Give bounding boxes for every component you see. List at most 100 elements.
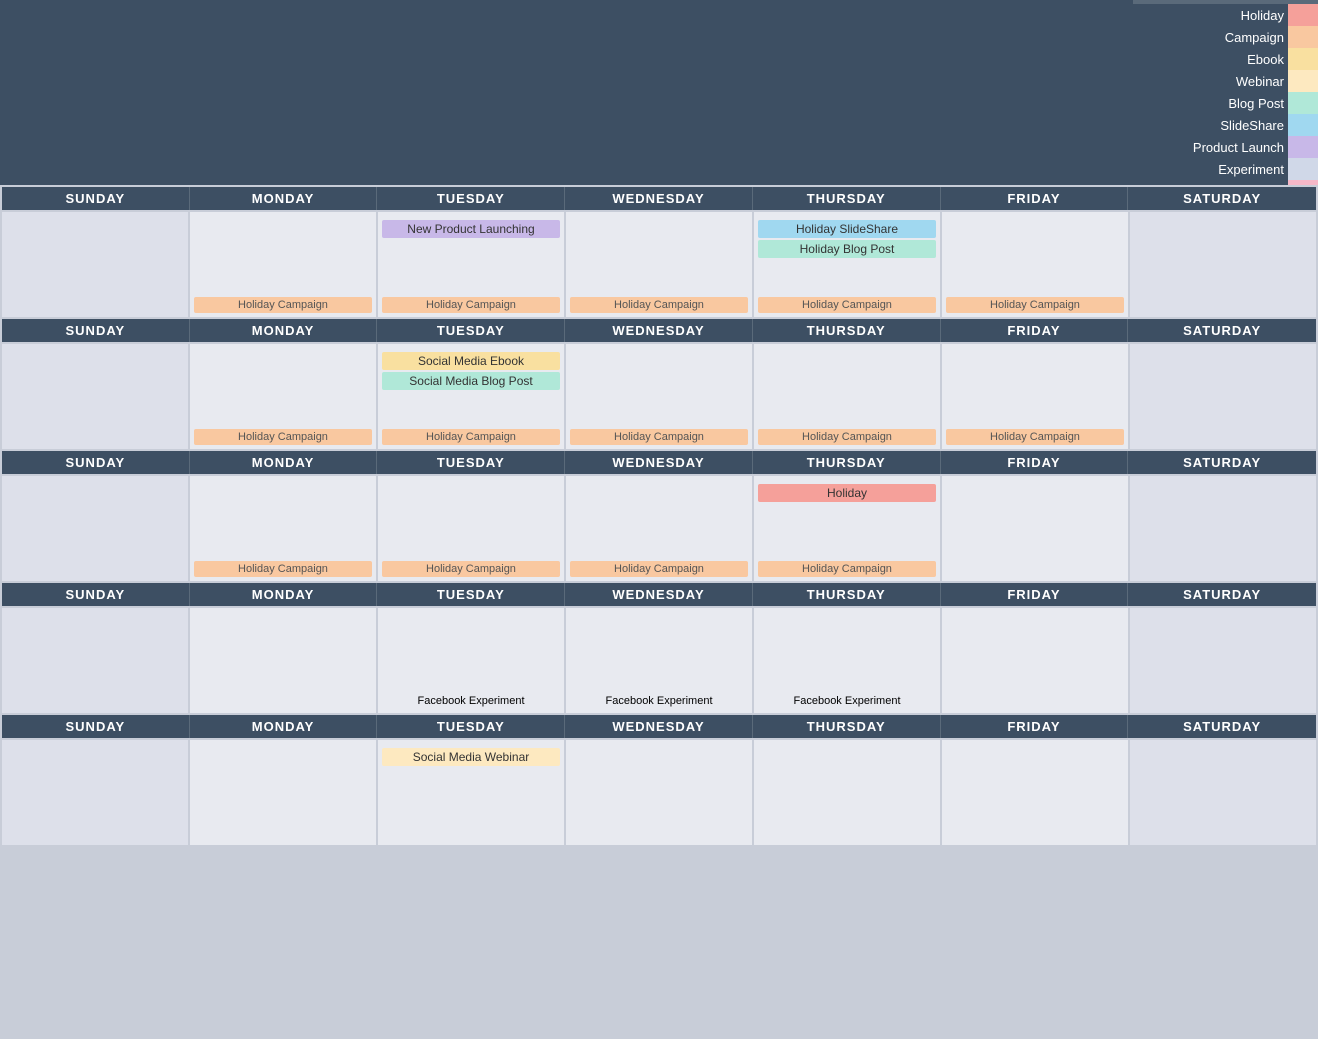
- day-header: SATURDAY: [1128, 187, 1316, 210]
- day-cell: [1130, 212, 1316, 317]
- cell-events: Holiday SlideShareHoliday Blog Post: [758, 216, 936, 297]
- day-header: FRIDAY: [941, 715, 1129, 738]
- cell-footer-tag: Facebook Experiment: [570, 693, 748, 709]
- cell-events: [758, 744, 936, 841]
- day-cell: Social Media Webinar: [378, 740, 564, 845]
- cell-events: [6, 744, 184, 841]
- event-tag: Social Media Blog Post: [382, 372, 560, 390]
- cell-events: [570, 348, 748, 429]
- cell-events: [1134, 480, 1312, 577]
- event-tag: Holiday SlideShare: [758, 220, 936, 238]
- cell-events: [6, 480, 184, 577]
- day-header: SUNDAY: [2, 715, 190, 738]
- cell-events: [1134, 216, 1312, 313]
- key-item: Product Launch: [1133, 136, 1318, 158]
- day-header: TUESDAY: [377, 583, 565, 606]
- cell-events: Holiday: [758, 480, 936, 561]
- day-cell: [2, 608, 188, 713]
- day-cell: [2, 344, 188, 449]
- week-row: Holiday CampaignSocial Media EbookSocial…: [2, 344, 1316, 449]
- day-cell: Facebook Experiment: [566, 608, 752, 713]
- cell-events: [194, 612, 372, 709]
- day-cell: [190, 608, 376, 713]
- day-cell: Holiday Campaign: [378, 476, 564, 581]
- day-cell: [942, 740, 1128, 845]
- cell-footer-tag: Holiday Campaign: [570, 561, 748, 577]
- day-header: WEDNESDAY: [565, 451, 753, 474]
- day-cell: Holiday Campaign: [566, 344, 752, 449]
- week-row: Social Media Webinar: [2, 740, 1316, 845]
- day-header: TUESDAY: [377, 715, 565, 738]
- calendar-area: SUNDAYMONDAYTUESDAYWEDNESDAYTHURSDAYFRID…: [0, 185, 1318, 1039]
- cell-events: [382, 612, 560, 693]
- day-cell: [2, 476, 188, 581]
- cell-events: [946, 348, 1124, 429]
- header-title-area: [0, 0, 1133, 185]
- day-header: TUESDAY: [377, 187, 565, 210]
- day-header: THURSDAY: [753, 187, 941, 210]
- cell-events: [1134, 744, 1312, 841]
- cell-events: Social Media EbookSocial Media Blog Post: [382, 348, 560, 429]
- day-header: THURSDAY: [753, 715, 941, 738]
- day-cell: [1130, 476, 1316, 581]
- cell-events: [946, 744, 1124, 841]
- cell-footer-tag: Holiday Campaign: [758, 429, 936, 445]
- cell-events: [194, 216, 372, 297]
- day-cell: [1130, 608, 1316, 713]
- day-header: FRIDAY: [941, 319, 1129, 342]
- day-header: TUESDAY: [377, 319, 565, 342]
- day-header: SUNDAY: [2, 319, 190, 342]
- day-cell: Holiday Campaign: [190, 344, 376, 449]
- key-item: Holiday: [1133, 4, 1318, 26]
- day-header: THURSDAY: [753, 583, 941, 606]
- day-cell: Holiday Campaign: [566, 476, 752, 581]
- day-cell: Holiday Campaign: [754, 344, 940, 449]
- day-cell: [1130, 740, 1316, 845]
- day-cell: [2, 740, 188, 845]
- day-cell: HolidayHoliday Campaign: [754, 476, 940, 581]
- day-header: FRIDAY: [941, 583, 1129, 606]
- day-cell: [190, 740, 376, 845]
- day-header: SATURDAY: [1128, 715, 1316, 738]
- cell-footer-tag: Holiday Campaign: [382, 297, 560, 313]
- day-header: THURSDAY: [753, 451, 941, 474]
- cell-footer-tag: Holiday Campaign: [382, 429, 560, 445]
- day-header: TUESDAY: [377, 451, 565, 474]
- day-cell: [942, 476, 1128, 581]
- cell-events: [1134, 348, 1312, 445]
- day-header: SUNDAY: [2, 451, 190, 474]
- cell-events: Social Media Webinar: [382, 744, 560, 841]
- day-header: SATURDAY: [1128, 451, 1316, 474]
- day-cell: [1130, 344, 1316, 449]
- day-header: WEDNESDAY: [565, 187, 753, 210]
- cell-events: [758, 348, 936, 429]
- day-cell: Holiday Campaign: [190, 476, 376, 581]
- day-header: FRIDAY: [941, 187, 1129, 210]
- cell-footer-tag: Holiday Campaign: [194, 429, 372, 445]
- cell-footer-tag: Holiday Campaign: [570, 429, 748, 445]
- cell-events: [570, 612, 748, 693]
- week-header-row: SUNDAYMONDAYTUESDAYWEDNESDAYTHURSDAYFRID…: [2, 715, 1316, 738]
- day-header: MONDAY: [190, 451, 378, 474]
- day-cell: Holiday Campaign: [566, 212, 752, 317]
- key-panel: HolidayCampaignEbookWebinarBlog PostSlid…: [1133, 0, 1318, 185]
- week-row: Holiday CampaignHoliday CampaignHoliday …: [2, 476, 1316, 581]
- day-cell: Facebook Experiment: [754, 608, 940, 713]
- day-cell: Holiday Campaign: [942, 344, 1128, 449]
- cell-footer-tag: Holiday Campaign: [946, 429, 1124, 445]
- day-cell: Holiday SlideShareHoliday Blog PostHolid…: [754, 212, 940, 317]
- key-item: Blog Post: [1133, 92, 1318, 114]
- day-header: MONDAY: [190, 187, 378, 210]
- day-header: WEDNESDAY: [565, 715, 753, 738]
- week-row: Holiday CampaignNew Product LaunchingHol…: [2, 212, 1316, 317]
- cell-events: [382, 480, 560, 561]
- day-header: MONDAY: [190, 319, 378, 342]
- week-header-row: SUNDAYMONDAYTUESDAYWEDNESDAYTHURSDAYFRID…: [2, 451, 1316, 474]
- cell-footer-tag: Holiday Campaign: [946, 297, 1124, 313]
- cell-events: [194, 744, 372, 841]
- day-cell: Social Media EbookSocial Media Blog Post…: [378, 344, 564, 449]
- cell-events: [570, 744, 748, 841]
- cell-events: New Product Launching: [382, 216, 560, 297]
- week-header-row: SUNDAYMONDAYTUESDAYWEDNESDAYTHURSDAYFRID…: [2, 319, 1316, 342]
- day-cell: [754, 740, 940, 845]
